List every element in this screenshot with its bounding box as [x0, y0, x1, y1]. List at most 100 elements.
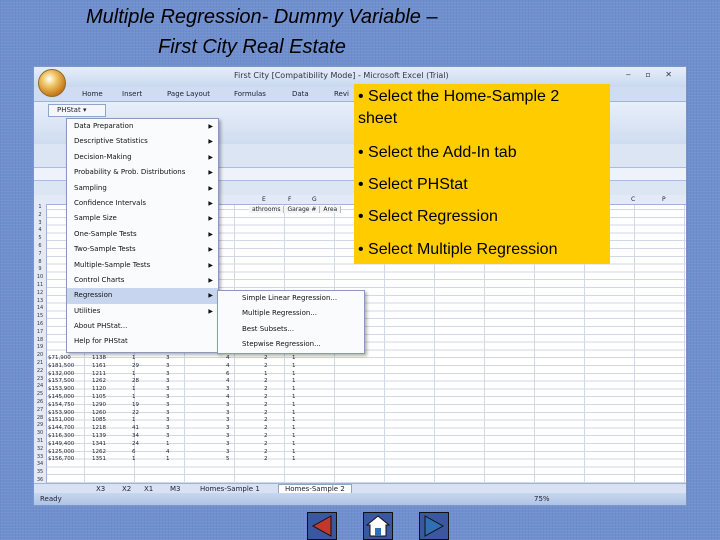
table-cell[interactable]: 1: [132, 386, 166, 394]
phstat-menu-item[interactable]: About PHStat...: [67, 319, 218, 334]
tab-page-layout[interactable]: Page Layout: [167, 90, 210, 98]
row-header[interactable]: 10: [34, 274, 46, 282]
phstat-menu-item[interactable]: Control Charts ▶: [67, 273, 218, 288]
table-cell[interactable]: $125,000: [48, 449, 92, 457]
sheet-tab-x1[interactable]: X1: [144, 485, 153, 493]
col-header-e[interactable]: E: [262, 196, 266, 203]
table-cell[interactable]: 1262: [92, 449, 132, 457]
phstat-menu-item[interactable]: One-Sample Tests ▶: [67, 227, 218, 242]
row-header[interactable]: 16: [34, 321, 46, 329]
table-cell[interactable]: 4: [226, 363, 264, 371]
table-cell[interactable]: 1: [132, 355, 166, 363]
table-cell[interactable]: 1: [292, 425, 320, 433]
col-header-p[interactable]: P: [662, 196, 666, 203]
row-header[interactable]: 15: [34, 313, 46, 321]
table-cell[interactable]: 1161: [92, 363, 132, 371]
tab-review[interactable]: Revi: [334, 90, 349, 98]
table-cell[interactable]: 1: [292, 394, 320, 402]
table-cell[interactable]: 1: [292, 441, 320, 449]
table-cell[interactable]: $157,500: [48, 378, 92, 386]
table-cell[interactable]: 1: [292, 355, 320, 363]
table-cell[interactable]: 1: [166, 456, 226, 464]
phstat-menu-item[interactable]: Regression ▶: [67, 288, 218, 304]
row-header[interactable]: 29: [34, 422, 46, 430]
table-cell[interactable]: $151,000: [48, 417, 92, 425]
row-header[interactable]: 5: [34, 235, 46, 243]
table-cell[interactable]: 3: [226, 441, 264, 449]
table-cell[interactable]: 1: [292, 371, 320, 379]
table-cell[interactable]: 2: [264, 410, 292, 418]
table-cell[interactable]: 3: [226, 417, 264, 425]
row-header[interactable]: 32: [34, 446, 46, 454]
table-cell[interactable]: 6: [226, 371, 264, 379]
row-header[interactable]: 14: [34, 305, 46, 313]
table-cell[interactable]: 3: [166, 410, 226, 418]
row-header[interactable]: 3: [34, 220, 46, 228]
row-header[interactable]: 13: [34, 298, 46, 306]
table-cell[interactable]: 4: [166, 449, 226, 457]
table-cell[interactable]: 1: [292, 410, 320, 418]
row-header[interactable]: 9: [34, 266, 46, 274]
row-header[interactable]: 4: [34, 227, 46, 235]
table-cell[interactable]: 3: [166, 355, 226, 363]
phstat-menu-item[interactable]: Confidence Intervals ▶: [67, 196, 218, 211]
table-cell[interactable]: $116,300: [48, 433, 92, 441]
phstat-menu-item[interactable]: Decision-Making ▶: [67, 150, 218, 165]
table-cell[interactable]: 2: [264, 402, 292, 410]
phstat-menu-item[interactable]: Sample Size ▶: [67, 211, 218, 226]
row-header[interactable]: 2: [34, 212, 46, 220]
phstat-menu-item[interactable]: Descriptive Statistics ▶: [67, 134, 218, 149]
home-icon[interactable]: [363, 512, 393, 540]
table-cell[interactable]: 2: [264, 363, 292, 371]
phstat-menu-item[interactable]: Utilities ▶: [67, 304, 218, 319]
table-cell[interactable]: $132,000: [48, 371, 92, 379]
phstat-menu-item[interactable]: Help for PHStat: [67, 334, 218, 349]
table-cell[interactable]: 41: [132, 425, 166, 433]
row-header[interactable]: 18: [34, 337, 46, 345]
row-header[interactable]: 23: [34, 376, 46, 384]
table-cell[interactable]: 1: [292, 363, 320, 371]
row-header[interactable]: 17: [34, 329, 46, 337]
table-cell[interactable]: 1: [292, 402, 320, 410]
table-cell[interactable]: 1211: [92, 371, 132, 379]
table-cell[interactable]: $156,700: [48, 456, 92, 464]
table-cell[interactable]: 19: [132, 402, 166, 410]
table-cell[interactable]: 1120: [92, 386, 132, 394]
office-button-icon[interactable]: [38, 69, 66, 97]
table-cell[interactable]: $153,900: [48, 386, 92, 394]
regression-submenu-item[interactable]: Stepwise Regression...: [218, 337, 364, 352]
table-cell[interactable]: 1: [292, 386, 320, 394]
row-header[interactable]: 27: [34, 407, 46, 415]
table-cell[interactable]: 2: [264, 456, 292, 464]
table-cell[interactable]: 5: [226, 456, 264, 464]
row-header[interactable]: 28: [34, 415, 46, 423]
table-cell[interactable]: 3: [226, 410, 264, 418]
table-cell[interactable]: 1085: [92, 417, 132, 425]
table-cell[interactable]: 28: [132, 378, 166, 386]
table-cell[interactable]: 1351: [92, 456, 132, 464]
table-cell[interactable]: 1: [132, 394, 166, 402]
table-cell[interactable]: 3: [166, 394, 226, 402]
table-cell[interactable]: 3: [166, 402, 226, 410]
col-header-f[interactable]: F: [288, 196, 291, 203]
table-cell[interactable]: 4: [226, 394, 264, 402]
sheet-tab-x2[interactable]: X2: [122, 485, 131, 493]
table-cell[interactable]: 3: [166, 433, 226, 441]
row-header[interactable]: 35: [34, 469, 46, 477]
tab-home[interactable]: Home: [82, 90, 103, 98]
table-cell[interactable]: $71,900: [48, 355, 92, 363]
table-cell[interactable]: 1138: [92, 355, 132, 363]
row-header[interactable]: 8: [34, 259, 46, 267]
table-cell[interactable]: 34: [132, 433, 166, 441]
row-header[interactable]: 12: [34, 290, 46, 298]
tab-data[interactable]: Data: [292, 90, 309, 98]
row-header[interactable]: 33: [34, 454, 46, 462]
tab-formulas[interactable]: Formulas: [234, 90, 266, 98]
table-cell[interactable]: 3: [166, 371, 226, 379]
table-cell[interactable]: 3: [166, 425, 226, 433]
row-header[interactable]: 20: [34, 352, 46, 360]
forward-arrow-icon[interactable]: [419, 512, 449, 540]
phstat-button[interactable]: PHStat ▾: [48, 104, 106, 117]
window-controls[interactable]: ‒ ▫ ✕: [626, 70, 678, 79]
table-cell[interactable]: 1: [292, 433, 320, 441]
